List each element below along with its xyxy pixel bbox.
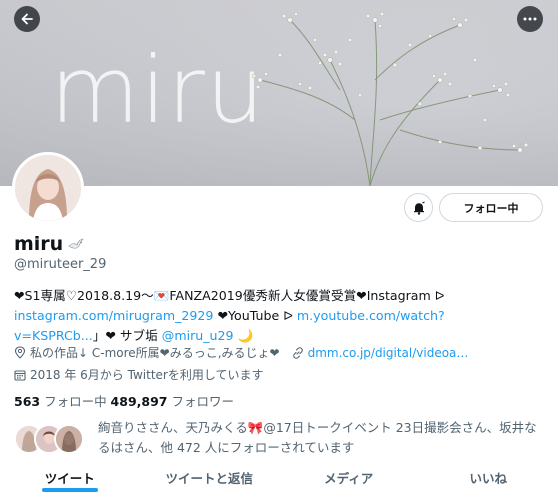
- avatar-photo: [15, 155, 81, 221]
- moon-emoji: 🌙: [233, 328, 254, 343]
- bio-line-3: v=KSPRCb...」❤ サブ垢 @miru_u29 🌙: [14, 326, 550, 346]
- following-button[interactable]: フォロー中: [439, 193, 543, 222]
- follow-counts: 563 フォロー中 489,897 フォロワー: [14, 391, 234, 410]
- profile-meta: 私の作品↓ C-more所属❤みるっこ,みるじょ❤ dmm.co.jp/digi…: [14, 344, 468, 361]
- display-name-text: miru: [14, 233, 64, 255]
- avatar: [54, 424, 84, 454]
- tab-label: ツイートと返信: [165, 471, 253, 486]
- followed-by-text[interactable]: 絢音りささん、天乃みくる🎀@17日トークイベント 23日撮影会さん、坂井なるはさ…: [98, 418, 543, 458]
- arrow-left-icon: [21, 13, 33, 25]
- display-name: miru: [14, 233, 84, 255]
- active-tab-indicator: [41, 488, 98, 492]
- profile-banner[interactable]: miru: [0, 0, 558, 186]
- followers-label[interactable]: フォロワー: [167, 394, 234, 409]
- tab-label: いいね: [469, 471, 507, 486]
- youtube-link-cont[interactable]: v=KSPRCb...: [14, 328, 93, 343]
- tab-media[interactable]: メディア: [279, 461, 419, 494]
- join-date: 2018 年 6月から Twitterを利用しています: [14, 366, 263, 383]
- link-icon: [292, 346, 304, 359]
- bio-line-1: ❤S1専属♡2018.8.19〜💌FANZA2019優秀新人女優賞受賞❤Inst…: [14, 288, 445, 303]
- back-button[interactable]: [14, 6, 40, 32]
- tab-likes[interactable]: いいね: [419, 461, 558, 494]
- profile-avatar[interactable]: [12, 152, 84, 224]
- followed-by-avatars[interactable]: [14, 424, 94, 456]
- following-label[interactable]: フォロー中: [40, 394, 110, 409]
- sub-account-mention[interactable]: @miru_u29: [162, 328, 234, 343]
- location-icon: [14, 346, 26, 359]
- website-link[interactable]: dmm.co.jp/digital/videoa…: [308, 346, 469, 360]
- join-date-text: 2018 年 6月から Twitterを利用しています: [30, 368, 264, 382]
- tab-tweets-and-replies[interactable]: ツイートと返信: [140, 461, 280, 494]
- profile-tabs: ツイート ツイートと返信 メディア いいね: [0, 461, 558, 494]
- bio-line-2: instagram.com/mirugram_2929 ❤YouTube ᐅ m…: [14, 306, 550, 326]
- notify-button[interactable]: [404, 193, 433, 222]
- more-horizontal-icon: [523, 17, 537, 21]
- banner-flowers: [251, 11, 529, 186]
- bell-icon: [413, 201, 425, 215]
- bio-text: 」❤ サブ垢: [92, 328, 162, 343]
- more-button[interactable]: [517, 6, 543, 32]
- bio-text: ❤YouTube ᐅ: [213, 308, 297, 323]
- location-text: 私の作品↓ C-more所属❤みるっこ,みるじょ❤: [30, 346, 280, 360]
- followers-count[interactable]: 489,897: [111, 394, 168, 409]
- tab-label: メディア: [324, 471, 374, 486]
- youtube-link[interactable]: m.youtube.com/watch?: [297, 308, 445, 323]
- calendar-icon: [14, 369, 26, 381]
- instagram-link[interactable]: instagram.com/mirugram_2929: [14, 308, 213, 323]
- dove-icon: [68, 237, 84, 251]
- tab-label: ツイート: [44, 471, 95, 486]
- user-handle: @miruteer_29: [14, 257, 107, 272]
- tab-tweets[interactable]: ツイート: [0, 461, 140, 494]
- following-count[interactable]: 563: [14, 394, 40, 409]
